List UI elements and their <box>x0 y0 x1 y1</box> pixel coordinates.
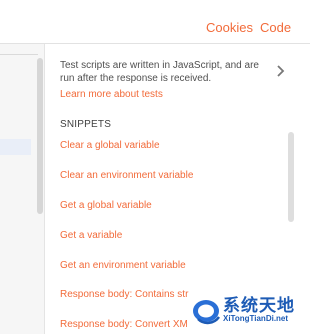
snippet-response-body-convert-xml[interactable]: Response body: Convert XM <box>60 319 188 330</box>
snippet-get-environment-variable[interactable]: Get an environment variable <box>60 260 186 271</box>
snippets-heading: SNIPPETS <box>60 119 112 130</box>
watermark-title: 系统天地 <box>223 296 295 315</box>
editor-scrollbar[interactable] <box>37 58 43 214</box>
code-link[interactable]: Code <box>260 20 291 35</box>
editor-line-highlight <box>0 139 31 155</box>
snippet-get-variable[interactable]: Get a variable <box>60 230 122 241</box>
top-bar: Cookies Code <box>0 0 310 44</box>
learn-more-tests-link[interactable]: Learn more about tests <box>60 89 163 100</box>
chevron-right-icon[interactable] <box>276 64 286 83</box>
snippet-get-global-variable[interactable]: Get a global variable <box>60 200 152 211</box>
watermark: 系统天地 XiTongTianDi.net <box>192 288 310 334</box>
snippet-clear-global-variable[interactable]: Clear a global variable <box>60 140 160 151</box>
watermark-logo-icon <box>192 292 222 331</box>
snippets-scrollbar[interactable] <box>288 132 294 222</box>
snippet-response-body-contains-string[interactable]: Response body: Contains str <box>60 289 188 300</box>
editor-divider <box>0 54 38 55</box>
tests-description: Test scripts are written in JavaScript, … <box>60 60 259 84</box>
watermark-url: XiTongTianDi.net <box>223 314 289 323</box>
request-editor-pane <box>0 44 45 334</box>
cookies-link[interactable]: Cookies <box>206 20 253 35</box>
snippet-clear-environment-variable[interactable]: Clear an environment variable <box>60 170 193 181</box>
